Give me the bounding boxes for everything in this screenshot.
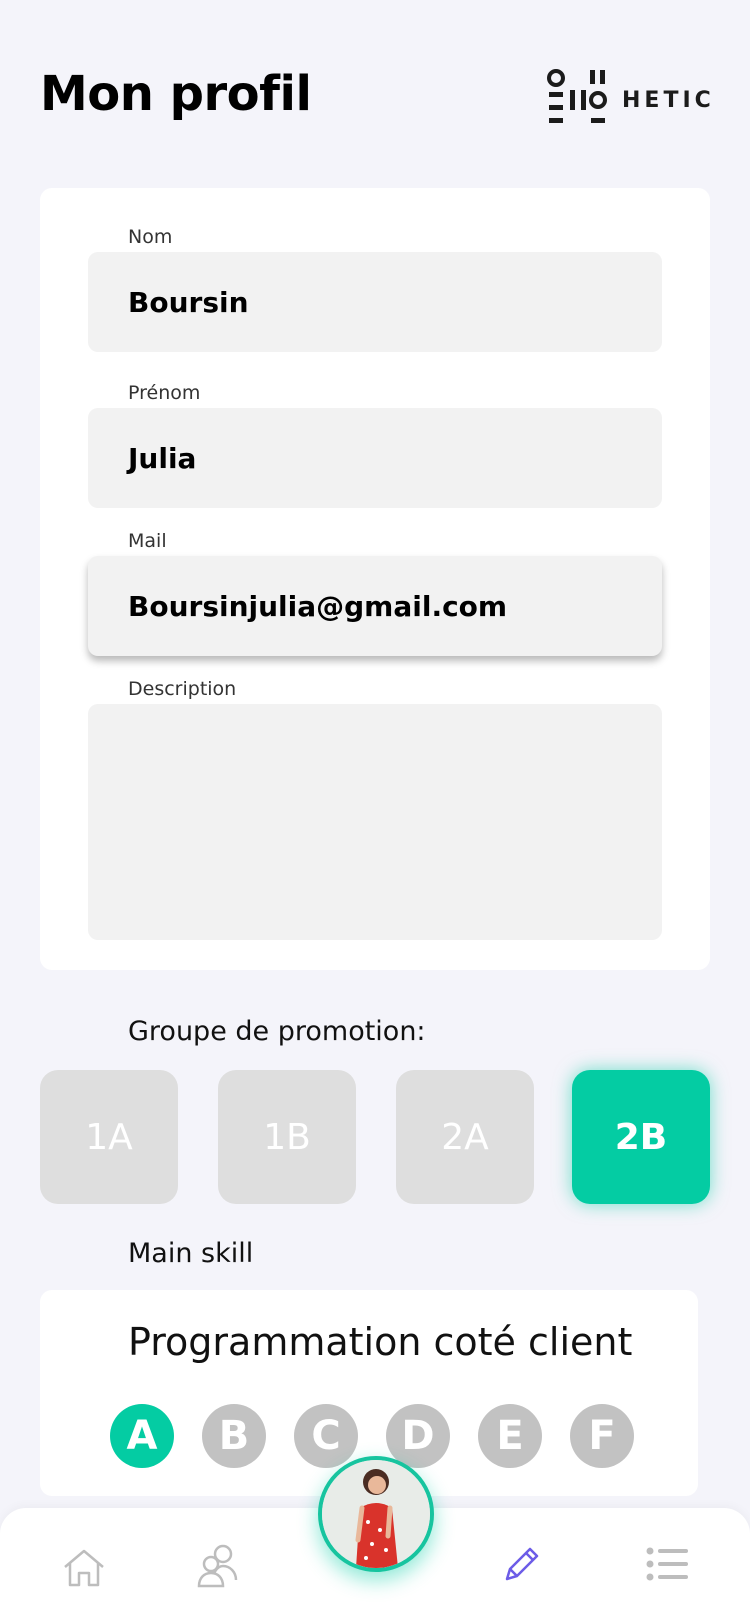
logo-text: HETIC bbox=[622, 87, 715, 113]
grade-b[interactable]: B bbox=[202, 1404, 266, 1468]
prenom-field[interactable]: Julia bbox=[88, 408, 662, 508]
grade-a[interactable]: A bbox=[110, 1404, 174, 1468]
hetic-logo-icon bbox=[547, 69, 607, 123]
grade-c[interactable]: C bbox=[294, 1404, 358, 1468]
profile-form-card: Nom Boursin Prénom Julia Mail Boursinjul… bbox=[40, 188, 710, 970]
skill-name: Programmation coté client bbox=[128, 1320, 633, 1364]
description-field[interactable] bbox=[88, 704, 662, 940]
promo-option-2a[interactable]: 2A bbox=[396, 1070, 534, 1204]
grade-e[interactable]: E bbox=[478, 1404, 542, 1468]
nom-field[interactable]: Boursin bbox=[88, 252, 662, 352]
prenom-label: Prénom bbox=[128, 382, 201, 404]
list-icon[interactable] bbox=[646, 1546, 690, 1582]
mail-label: Mail bbox=[128, 530, 167, 552]
avatar-image bbox=[322, 1460, 430, 1568]
promo-option-1b[interactable]: 1B bbox=[218, 1070, 356, 1204]
promotion-label: Groupe de promotion: bbox=[128, 1016, 426, 1047]
grade-f[interactable]: F bbox=[570, 1404, 634, 1468]
home-icon[interactable] bbox=[62, 1548, 106, 1588]
users-icon[interactable] bbox=[196, 1542, 240, 1588]
page-title: Mon profil bbox=[40, 66, 312, 122]
avatar[interactable] bbox=[318, 1456, 434, 1572]
pencil-icon[interactable] bbox=[502, 1544, 542, 1584]
mail-field[interactable]: Boursinjulia@gmail.com bbox=[88, 556, 662, 656]
main-skill-label: Main skill bbox=[128, 1238, 254, 1269]
hetic-logo: HETIC bbox=[546, 68, 716, 132]
grade-d[interactable]: D bbox=[386, 1404, 450, 1468]
description-label: Description bbox=[128, 678, 237, 700]
promo-option-2b[interactable]: 2B bbox=[572, 1070, 710, 1204]
nom-label: Nom bbox=[128, 226, 173, 248]
promo-option-1a[interactable]: 1A bbox=[40, 1070, 178, 1204]
